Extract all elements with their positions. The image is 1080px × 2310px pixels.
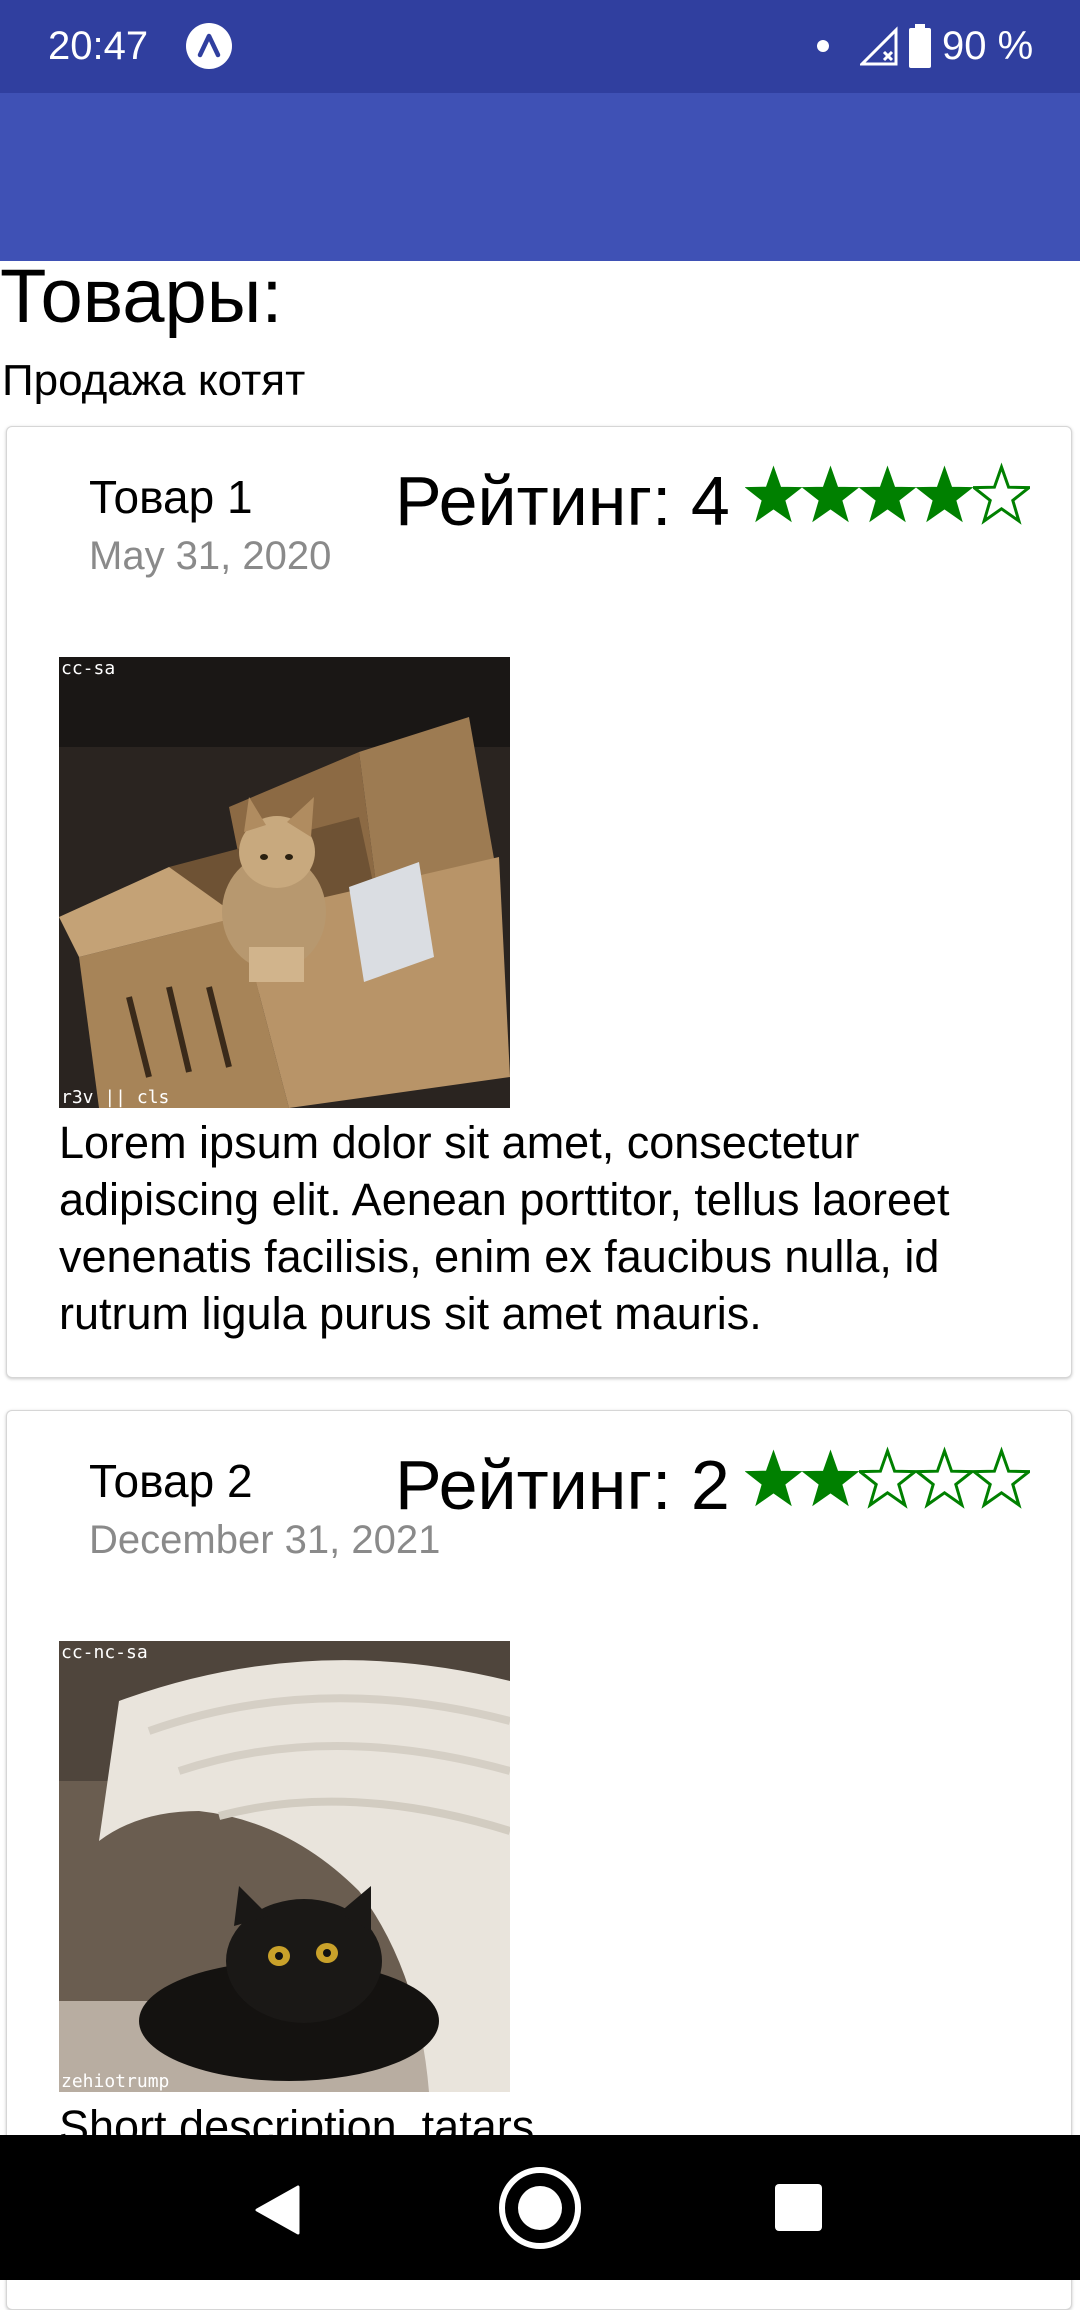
page-subtitle: Продажа котят bbox=[2, 356, 306, 405]
product-image: cc-nc-sa zehiotrump bbox=[59, 1641, 510, 2092]
product-rating-label: Рейтинг: 4 bbox=[395, 462, 730, 540]
star-filled-icon bbox=[859, 465, 916, 523]
notification-dot-icon bbox=[817, 40, 829, 52]
star-filled-icon bbox=[916, 465, 973, 523]
star-empty-icon bbox=[973, 462, 1030, 525]
app-toolbar bbox=[0, 93, 1080, 261]
product-description: Lorem ipsum dolor sit amet, consectetur … bbox=[59, 1117, 950, 1339]
product-card[interactable]: Товар 1 May 31, 2020 Рейтинг: 4 cc-sa r3… bbox=[6, 426, 1072, 1378]
star-filled-icon bbox=[802, 465, 859, 523]
product-date: December 31, 2021 bbox=[89, 1518, 441, 1562]
rating-stars bbox=[745, 461, 1030, 527]
star-filled-icon bbox=[745, 465, 802, 523]
battery-percentage: 90 % bbox=[942, 24, 1034, 68]
system-navigation-bar bbox=[0, 2135, 1080, 2280]
image-license-label: cc-nc-sa bbox=[61, 1642, 148, 1663]
status-bar: 20:47 90 % bbox=[0, 0, 1080, 93]
expo-a-icon bbox=[186, 23, 232, 69]
image-license-label: cc-sa bbox=[61, 658, 116, 679]
battery-icon bbox=[907, 24, 933, 73]
star-filled-icon bbox=[802, 1449, 859, 1507]
product-image: cc-sa r3v || cls bbox=[59, 657, 510, 1108]
image-author-label: zehiotrump bbox=[61, 2071, 170, 2092]
product-date: May 31, 2020 bbox=[89, 534, 332, 578]
image-author-label: r3v || cls bbox=[61, 1087, 170, 1108]
page-title: Товары: bbox=[0, 254, 283, 339]
status-time: 20:47 bbox=[48, 24, 149, 68]
product-name: Товар 1 bbox=[89, 471, 253, 523]
star-empty-icon bbox=[916, 1446, 973, 1509]
back-triangle-icon[interactable] bbox=[254, 2185, 300, 2240]
star-empty-icon bbox=[973, 1446, 1030, 1509]
home-circle-icon[interactable] bbox=[497, 2165, 583, 2256]
recents-square-icon[interactable] bbox=[775, 2184, 822, 2231]
rating-stars bbox=[745, 1445, 1030, 1511]
product-name: Товар 2 bbox=[89, 1455, 253, 1507]
star-filled-icon bbox=[745, 1449, 802, 1507]
star-empty-icon bbox=[859, 1446, 916, 1509]
product-rating-label: Рейтинг: 2 bbox=[395, 1446, 730, 1524]
signal-no-data-icon bbox=[858, 26, 900, 71]
